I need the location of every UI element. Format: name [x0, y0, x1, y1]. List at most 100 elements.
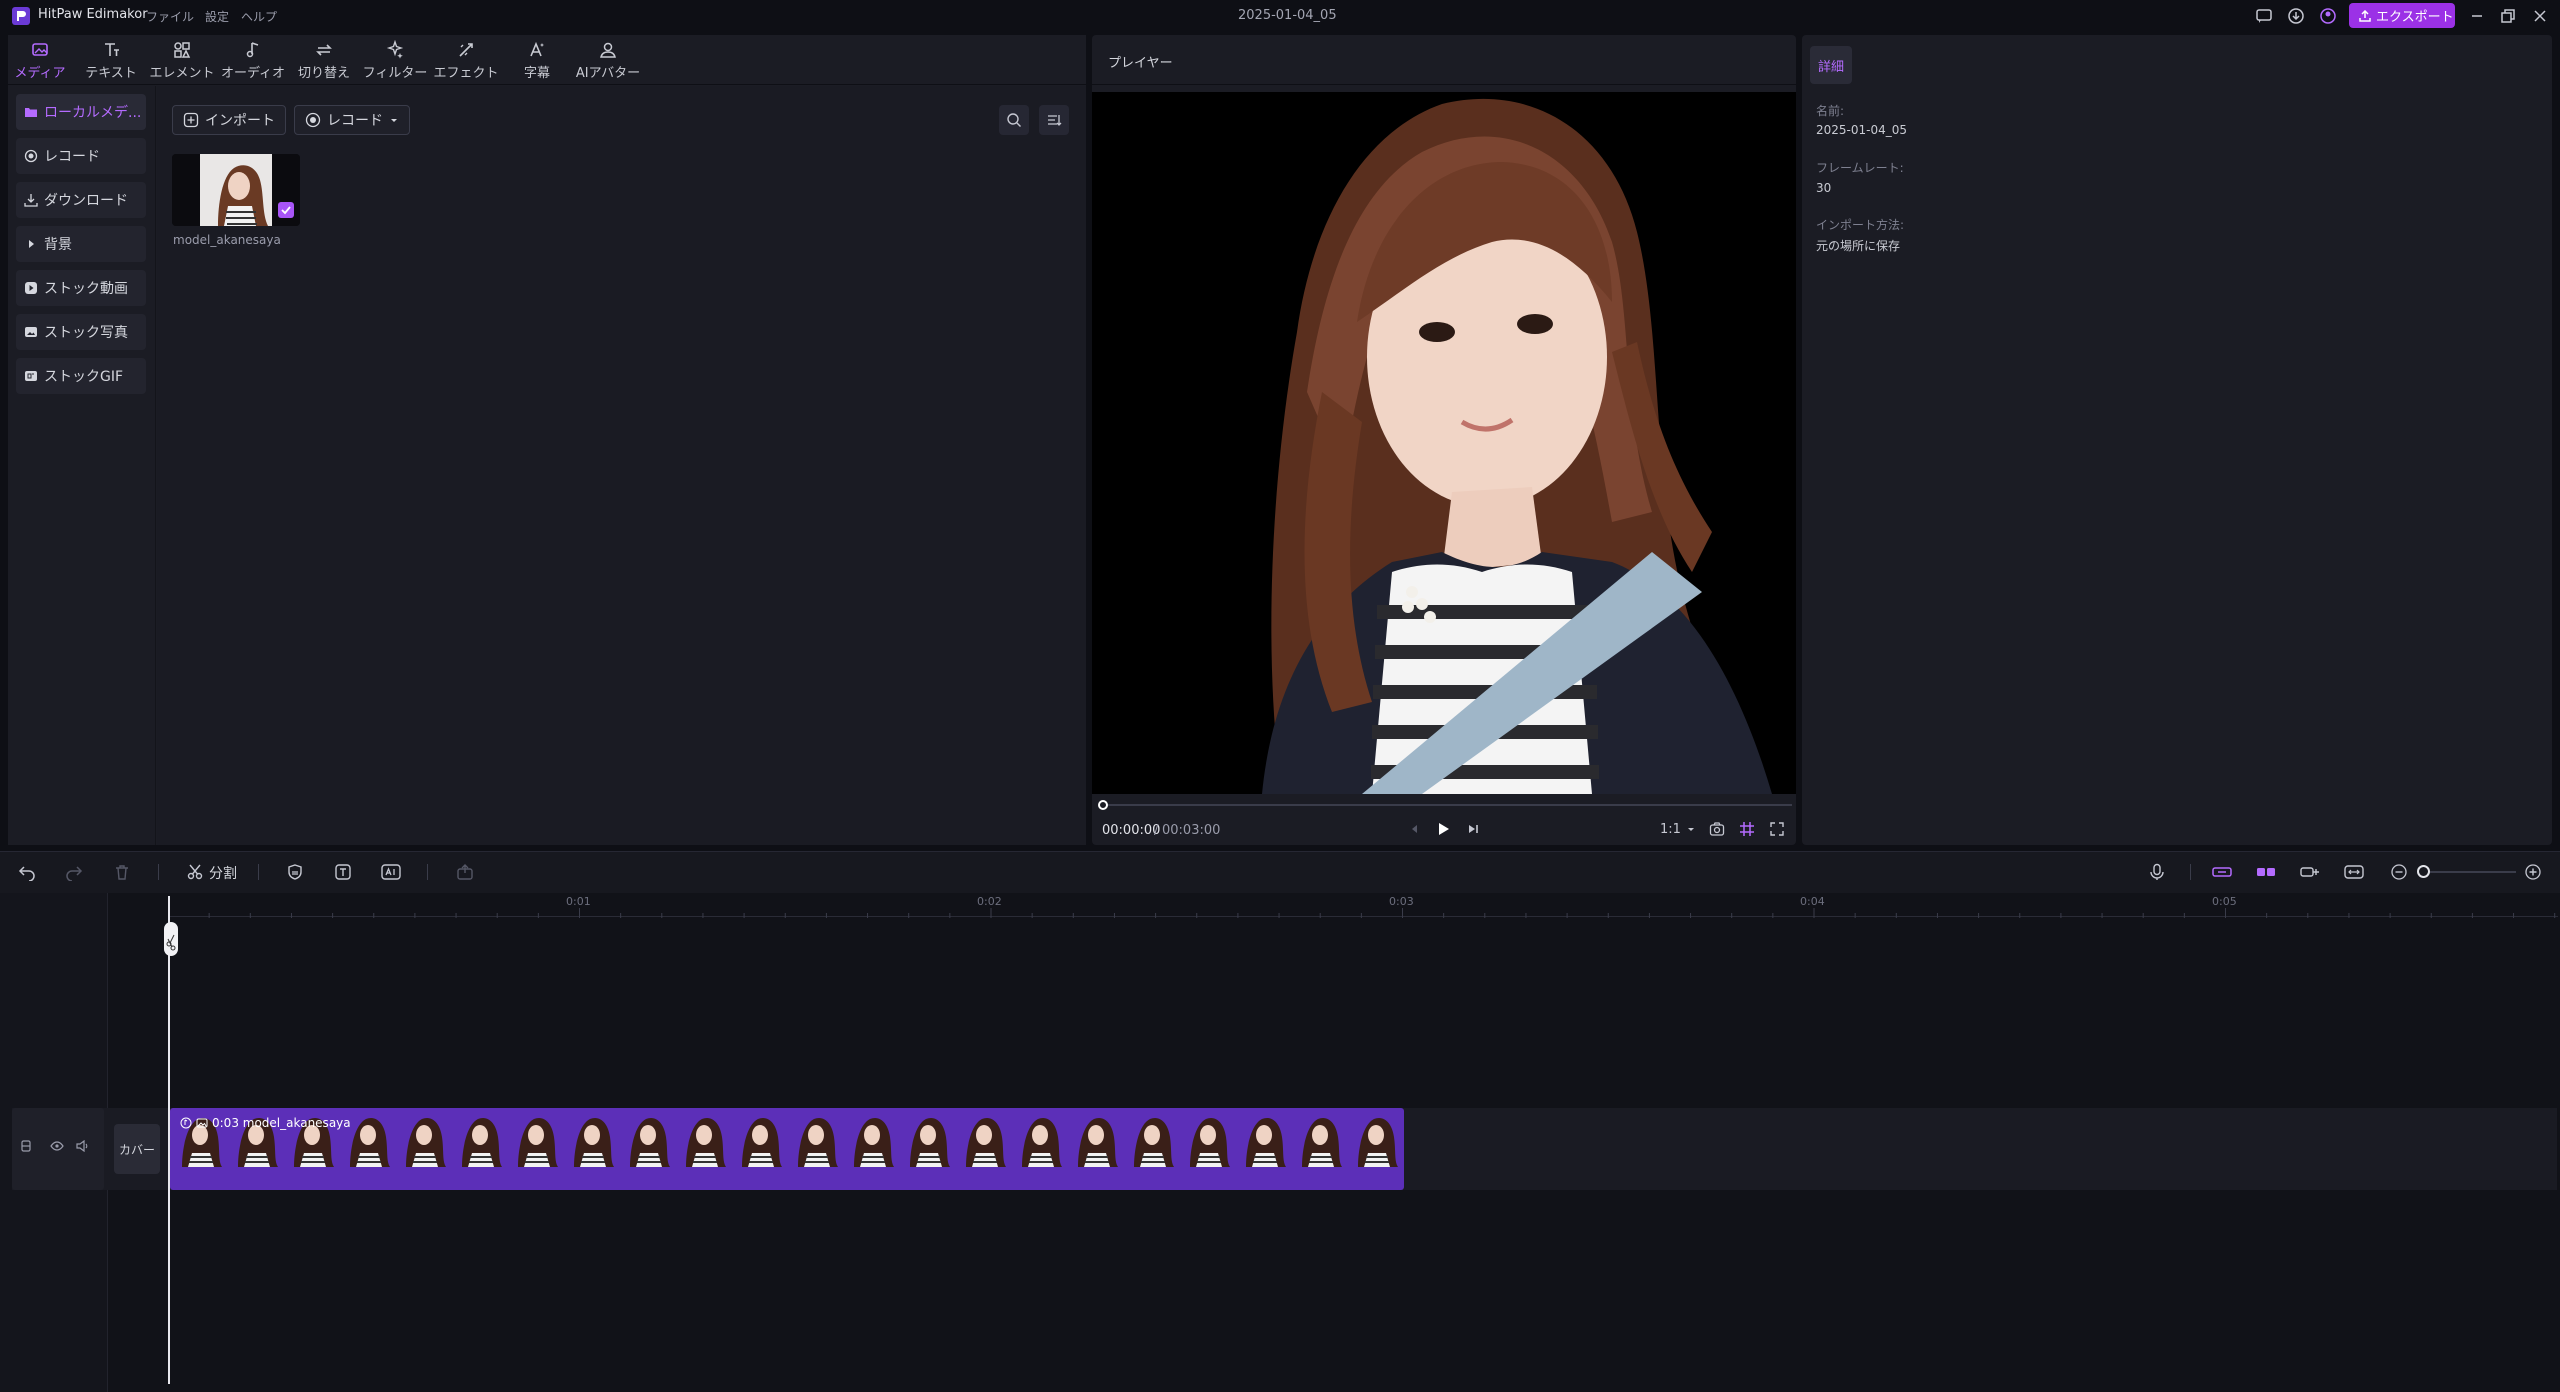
- import-button[interactable]: インポート: [172, 105, 286, 135]
- search-button[interactable]: [999, 105, 1029, 135]
- tab-label: フィルター: [362, 66, 428, 81]
- progress-track[interactable]: [1102, 804, 1792, 806]
- toolbar-divider: [427, 864, 428, 880]
- toolbar-divider: [158, 864, 159, 880]
- progress-handle[interactable]: [1098, 800, 1108, 810]
- snapshot-icon[interactable]: [1707, 819, 1727, 839]
- delete-icon[interactable]: [111, 861, 133, 883]
- chevron-down-icon[interactable]: [1681, 819, 1701, 839]
- restore-icon[interactable]: [2499, 7, 2517, 25]
- record-icon: [24, 149, 38, 163]
- clip-frame-thumbnail: [452, 1111, 506, 1167]
- undo-icon[interactable]: [16, 861, 38, 883]
- app-title: HitPaw Edimakor: [38, 7, 148, 22]
- fit-timeline-icon[interactable]: [2343, 861, 2365, 883]
- aspect-ratio-select[interactable]: 1:1: [1660, 822, 1681, 837]
- ruler-label: 0:04: [1800, 895, 1825, 908]
- minimize-icon[interactable]: [2468, 7, 2486, 25]
- tab-audio[interactable]: オーディオ: [217, 40, 289, 82]
- prev-frame-icon[interactable]: [1404, 819, 1424, 839]
- ai-icon[interactable]: [380, 861, 402, 883]
- tab-element[interactable]: エレメント: [146, 40, 218, 82]
- grid-icon[interactable]: [1737, 819, 1757, 839]
- feedback-icon[interactable]: [2255, 7, 2273, 25]
- video-preview[interactable]: [1092, 92, 1796, 794]
- tab-label: 字幕: [523, 66, 550, 81]
- sidebar-item-record[interactable]: レコード: [16, 138, 146, 174]
- toolbar-divider: [2190, 864, 2191, 880]
- triangle-right-icon: [29, 240, 34, 248]
- subtitle-icon: [530, 41, 544, 57]
- export-button[interactable]: エクスポート: [2349, 3, 2455, 28]
- export-icon: [2359, 9, 2371, 22]
- effect-icon: [459, 43, 473, 57]
- menu-settings[interactable]: 設定: [205, 8, 229, 25]
- sidebar-item-stock-gif[interactable]: ストックGIF: [16, 358, 146, 394]
- tab-text[interactable]: テキスト: [75, 40, 147, 82]
- time-separator: /: [1154, 823, 1159, 838]
- split-button[interactable]: 分割: [209, 863, 237, 883]
- media-icon: [32, 43, 48, 56]
- magnet-snap-icon[interactable]: [2255, 861, 2277, 883]
- tab-details[interactable]: 詳細: [1810, 46, 1852, 84]
- detail-value-name: 2025-01-04_05: [1816, 123, 1908, 137]
- clip-frame-thumbnail: [620, 1111, 674, 1167]
- toolbar-divider: [258, 864, 259, 880]
- search-icon: [1007, 113, 1021, 127]
- sidebar-item-local-media[interactable]: ローカルメデ...: [16, 94, 146, 130]
- media-item-name: model_akanesaya: [173, 233, 281, 247]
- zoom-out-icon[interactable]: [2388, 861, 2410, 883]
- playhead[interactable]: [168, 896, 170, 1384]
- playhead-handle[interactable]: [164, 922, 178, 956]
- next-frame-icon[interactable]: [1463, 819, 1483, 839]
- clip-frame-thumbnail: [900, 1111, 954, 1167]
- detail-label-import-method: インポート方法:: [1816, 218, 1905, 232]
- tab-ai-avatar[interactable]: AIアバター: [572, 40, 644, 82]
- play-icon[interactable]: [1433, 819, 1453, 839]
- tab-label: エレメント: [149, 66, 215, 81]
- text-box-icon[interactable]: [332, 861, 354, 883]
- tab-transition[interactable]: 切り替え: [288, 40, 360, 82]
- export-clip-icon[interactable]: [454, 861, 476, 883]
- sidebar-item-download[interactable]: ダウンロード: [16, 182, 146, 218]
- clip-frame-thumbnail: [1068, 1111, 1122, 1167]
- tab-label: エフェクト: [433, 66, 499, 81]
- account-icon[interactable]: [2319, 7, 2337, 25]
- scissors-icon[interactable]: [184, 861, 206, 883]
- ruler-label: 0:05: [2212, 895, 2237, 908]
- tab-subtitle[interactable]: 字幕: [501, 40, 573, 82]
- sidebar-item-stock-photo[interactable]: ストック写真: [16, 314, 146, 350]
- tab-filter[interactable]: フィルター: [359, 40, 431, 82]
- track-lock-icon[interactable]: [18, 1138, 34, 1154]
- link-track-icon[interactable]: [2211, 861, 2233, 883]
- fullscreen-icon[interactable]: [1767, 819, 1787, 839]
- zoom-in-icon[interactable]: [2522, 861, 2544, 883]
- download-circle-icon[interactable]: [2287, 7, 2305, 25]
- filter-icon: [386, 40, 404, 59]
- tab-effect[interactable]: エフェクト: [430, 40, 502, 82]
- redo-icon[interactable]: [63, 861, 85, 883]
- selected-checkbox-icon[interactable]: [278, 202, 294, 218]
- eye-icon[interactable]: [49, 1138, 65, 1154]
- clip-frame-thumbnail: [732, 1111, 786, 1167]
- detail-label-framerate: フレームレート:: [1816, 161, 1904, 175]
- split-track-icon[interactable]: [2299, 861, 2321, 883]
- shield-icon[interactable]: [284, 861, 306, 883]
- speaker-icon[interactable]: [75, 1138, 91, 1154]
- sidebar-item-background[interactable]: 背景: [16, 226, 146, 262]
- zoom-slider-handle[interactable]: [2417, 865, 2430, 878]
- tab-media[interactable]: メディア: [4, 40, 76, 82]
- record-dropdown[interactable]: レコード: [294, 105, 410, 135]
- menu-help[interactable]: ヘルプ: [241, 8, 277, 25]
- microphone-icon[interactable]: [2146, 861, 2168, 883]
- cover-button[interactable]: カバー: [114, 1124, 160, 1174]
- clip-name: 0:03 model_akanesaya: [212, 1116, 351, 1130]
- clip-frame-thumbnail: [1348, 1111, 1402, 1167]
- sort-button[interactable]: [1039, 105, 1069, 135]
- close-icon[interactable]: [2531, 7, 2549, 25]
- menu-file[interactable]: ファイル: [146, 8, 194, 25]
- sidebar-item-stock-video[interactable]: ストック動画: [16, 270, 146, 306]
- zoom-slider-track[interactable]: [2418, 871, 2516, 873]
- clip-audio-icon: [180, 1117, 192, 1129]
- folder-icon: [25, 108, 37, 117]
